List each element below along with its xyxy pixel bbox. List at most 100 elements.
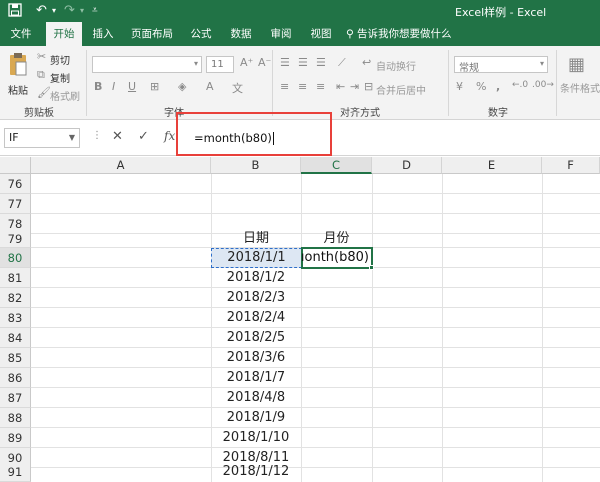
- cell-b82[interactable]: 2018/2/3: [211, 288, 301, 308]
- row-header[interactable]: 77: [0, 194, 31, 214]
- borders-icon[interactable]: ⊞: [150, 80, 159, 93]
- undo-dropdown-icon[interactable]: ▾: [52, 6, 56, 15]
- chevron-down-icon: ▾: [193, 59, 198, 68]
- tab-file[interactable]: 文件: [4, 22, 38, 46]
- tab-formulas[interactable]: 公式: [184, 22, 218, 46]
- select-all-corner[interactable]: [0, 157, 31, 174]
- cell-b86[interactable]: 2018/1/7: [211, 368, 301, 388]
- font-name-box[interactable]: ▾: [92, 56, 202, 73]
- column-header-c[interactable]: C: [301, 157, 372, 174]
- number-format-box[interactable]: 常规 ▾: [454, 56, 548, 74]
- fill-color-icon[interactable]: ◈: [178, 80, 186, 93]
- tell-me-box[interactable]: ⚲ 告诉我你想要做什么: [346, 22, 452, 46]
- row-header[interactable]: 79: [0, 229, 31, 248]
- cell-b80: 2018/1/1: [227, 250, 286, 265]
- column-header-d[interactable]: D: [372, 157, 442, 174]
- cell-b81[interactable]: 2018/1/2: [211, 268, 301, 288]
- tab-insert[interactable]: 插入: [86, 22, 120, 46]
- row-header[interactable]: 83: [0, 308, 31, 328]
- column-header-f[interactable]: F: [542, 157, 600, 174]
- wrap-text-button[interactable]: 自动换行: [376, 58, 416, 73]
- cut-button[interactable]: 剪切: [50, 52, 70, 67]
- phonetic-icon[interactable]: 文: [232, 80, 243, 96]
- cell-b88[interactable]: 2018/1/9: [211, 408, 301, 428]
- cell-b85[interactable]: 2018/3/6: [211, 348, 301, 368]
- align-bottom-icon[interactable]: ☰: [316, 56, 326, 69]
- align-top-icon[interactable]: ☰: [280, 56, 290, 69]
- merge-center-button[interactable]: 合并后居中: [376, 82, 426, 97]
- currency-icon[interactable]: ¥: [456, 80, 463, 93]
- column-header-e[interactable]: E: [442, 157, 542, 174]
- undo-icon[interactable]: ↶: [36, 3, 47, 18]
- redo-icon[interactable]: ↷: [64, 3, 75, 18]
- insert-function-icon[interactable]: fx: [164, 129, 175, 143]
- comma-icon[interactable]: ,: [496, 80, 500, 93]
- decrease-indent-icon[interactable]: ⇤: [336, 80, 345, 93]
- paste-button[interactable]: 粘贴: [8, 82, 28, 97]
- referenced-cell-b80[interactable]: 2018/1/1: [211, 248, 302, 268]
- active-cell-c80[interactable]: ıonth(b80): [301, 247, 373, 269]
- align-middle-icon[interactable]: ☰: [298, 56, 308, 69]
- row-header[interactable]: 86: [0, 368, 31, 388]
- row-header[interactable]: 84: [0, 328, 31, 348]
- cell-b87[interactable]: 2018/4/8: [211, 388, 301, 408]
- name-box[interactable]: IF ▼: [4, 128, 80, 148]
- tab-page-layout[interactable]: 页面布局: [126, 22, 178, 46]
- increase-decimal-icon[interactable]: ←.0: [512, 80, 528, 90]
- cell-b89[interactable]: 2018/1/10: [211, 428, 301, 448]
- row-header[interactable]: 91: [0, 462, 31, 482]
- tab-view[interactable]: 视图: [304, 22, 338, 46]
- increase-font-icon[interactable]: A⁺: [240, 56, 253, 69]
- fill-handle[interactable]: [369, 265, 374, 270]
- orientation-icon[interactable]: ⟋: [338, 56, 346, 70]
- tab-home[interactable]: 开始: [46, 22, 82, 46]
- cell-b83[interactable]: 2018/2/4: [211, 308, 301, 328]
- customize-qat-icon[interactable]: ⩡: [92, 5, 98, 16]
- copy-button[interactable]: 复制: [50, 70, 70, 85]
- save-icon[interactable]: [8, 3, 22, 21]
- decrease-decimal-icon[interactable]: .00→: [532, 80, 554, 90]
- cell-c79[interactable]: 月份: [301, 229, 372, 249]
- cell-b79[interactable]: 日期: [211, 229, 301, 249]
- cell-b84[interactable]: 2018/2/5: [211, 328, 301, 348]
- conditional-formatting-icon[interactable]: ▦: [568, 54, 585, 75]
- decrease-font-icon[interactable]: A⁻: [258, 56, 271, 69]
- italic-icon[interactable]: I: [112, 80, 115, 93]
- tab-review[interactable]: 审阅: [264, 22, 298, 46]
- row-header[interactable]: 89: [0, 428, 31, 448]
- align-right-icon[interactable]: ≡: [316, 80, 325, 93]
- title-bar: ↶ ▾ ↷ ▾ ⩡ Excel样例 - Excel: [0, 0, 600, 22]
- enter-icon[interactable]: ✓: [138, 129, 149, 144]
- gridline: [31, 327, 600, 328]
- redo-dropdown-icon[interactable]: ▾: [80, 6, 84, 15]
- row-header-active[interactable]: 80: [0, 248, 31, 268]
- column-header-b[interactable]: B: [211, 157, 301, 174]
- paste-icon[interactable]: [8, 52, 28, 78]
- align-center-icon[interactable]: ≡: [298, 80, 307, 93]
- column-header-a[interactable]: A: [31, 157, 211, 174]
- font-size-box[interactable]: 11: [206, 56, 234, 73]
- font-color-icon[interactable]: A: [206, 80, 214, 93]
- row-header[interactable]: 82: [0, 288, 31, 308]
- bold-icon[interactable]: B: [94, 80, 102, 93]
- row-header[interactable]: 87: [0, 388, 31, 408]
- underline-icon[interactable]: U: [128, 80, 136, 93]
- row-header[interactable]: 81: [0, 268, 31, 288]
- gridline: [31, 467, 600, 468]
- row-header[interactable]: 76: [0, 174, 31, 194]
- more-icon: ⋮: [92, 130, 102, 141]
- cell-b91[interactable]: 2018/1/12: [211, 462, 301, 482]
- conditional-formatting-button[interactable]: 条件格式: [560, 80, 600, 95]
- ribbon-separator: [448, 50, 449, 116]
- tab-data[interactable]: 数据: [224, 22, 258, 46]
- gridline: [372, 174, 373, 482]
- row-header[interactable]: 85: [0, 348, 31, 368]
- row-header[interactable]: 88: [0, 408, 31, 428]
- align-left-icon[interactable]: ≡: [280, 80, 289, 93]
- increase-indent-icon[interactable]: ⇥: [350, 80, 359, 93]
- cancel-icon[interactable]: ✕: [112, 129, 123, 144]
- ribbon-separator: [272, 50, 273, 116]
- percent-icon[interactable]: %: [476, 80, 486, 93]
- format-painter-button[interactable]: 格式刷: [50, 88, 80, 103]
- chevron-down-icon: ▾: [539, 59, 544, 68]
